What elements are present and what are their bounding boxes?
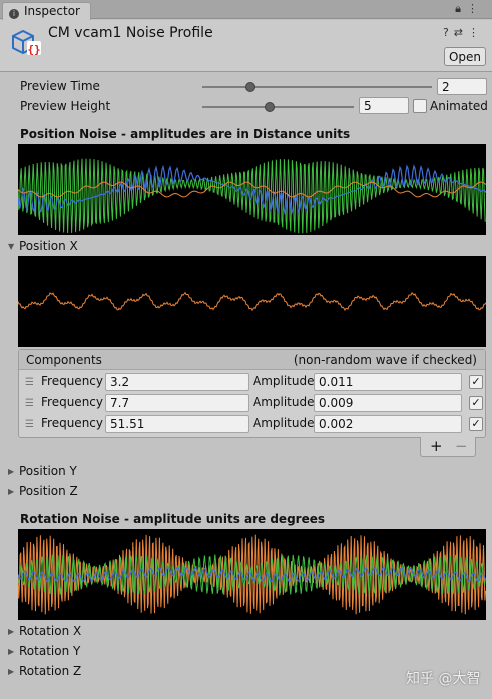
collapsed-arrow-icon: ▶ [8, 647, 15, 656]
drag-handle-icon[interactable]: ☰ [25, 377, 34, 388]
open-button[interactable]: Open [444, 47, 486, 66]
amplitude-field[interactable] [314, 373, 462, 391]
collapsed-arrow-icon: ▶ [8, 487, 15, 496]
tab-label: Inspector [24, 4, 80, 18]
more-icon[interactable]: ⋮ [468, 26, 484, 39]
preview-time-slider-thumb[interactable] [245, 82, 256, 92]
drag-handle-icon[interactable]: ☰ [25, 398, 34, 409]
kebab-menu-icon[interactable]: ⋮ [467, 2, 484, 15]
info-icon: i [9, 9, 19, 19]
collapsed-arrow-icon: ▶ [8, 627, 15, 636]
foldout-position-x[interactable]: ▼ Position X [8, 239, 78, 253]
foldout-rotation-y[interactable]: ▶ Rotation Y [8, 644, 80, 658]
amplitude-label: Amplitude [253, 416, 315, 430]
collapsed-arrow-icon: ▶ [8, 667, 15, 676]
component-row: ☰ Frequency Amplitude ✓ [19, 393, 485, 413]
noise-profile-asset-icon: {} [12, 29, 41, 56]
components-list: Components (non-random wave if checked) … [18, 349, 486, 438]
frequency-label: Frequency [41, 395, 103, 409]
non-random-header-label: (non-random wave if checked) [293, 353, 477, 367]
preview-time-label: Preview Time [20, 79, 100, 93]
frequency-label: Frequency [41, 416, 103, 430]
preview-time-field[interactable] [437, 78, 487, 95]
tab-inspector[interactable]: i Inspector [2, 2, 91, 20]
rotation-z-label: Rotation Z [19, 664, 82, 678]
animated-label: Animated [430, 99, 488, 113]
frequency-field[interactable] [105, 373, 249, 391]
amplitude-label: Amplitude [253, 374, 315, 388]
components-header: Components (non-random wave if checked) [19, 350, 485, 370]
preview-height-slider-track[interactable] [202, 106, 354, 108]
frequency-field[interactable] [105, 394, 249, 412]
component-row: ☰ Frequency Amplitude ✓ [19, 414, 485, 434]
rotation-x-label: Rotation X [19, 624, 82, 638]
foldout-position-y[interactable]: ▶ Position Y [8, 464, 77, 478]
drag-handle-icon[interactable]: ☰ [25, 419, 34, 430]
non-random-checkbox[interactable]: ✓ [469, 417, 483, 431]
settings-icon[interactable]: ⇄ [454, 26, 468, 39]
position-x-label: Position X [19, 239, 78, 253]
components-header-label: Components [26, 353, 102, 367]
list-add-remove-footer: + − [420, 437, 476, 457]
x-noise-wave [18, 291, 486, 312]
frequency-field[interactable] [105, 415, 249, 433]
inspector-header: {} CM vcam1 Noise Profile ?⇄⋮ Open [0, 20, 492, 72]
non-random-checkbox[interactable]: ✓ [469, 375, 483, 389]
foldout-rotation-x[interactable]: ▶ Rotation X [8, 624, 81, 638]
svg-text:{}: {} [27, 43, 40, 56]
preview-height-slider-thumb[interactable] [265, 102, 276, 112]
non-random-checkbox[interactable]: ✓ [469, 396, 483, 410]
component-row: ☰ Frequency Amplitude ✓ [19, 372, 485, 392]
rotation-y-label: Rotation Y [19, 644, 81, 658]
help-icon[interactable]: ? [443, 26, 454, 39]
position-y-label: Position Y [19, 464, 77, 478]
add-component-button[interactable]: + [430, 437, 443, 455]
tab-bar: i Inspector 🔒︎⋮ [0, 0, 492, 20]
rotation-noise-graph [18, 529, 486, 620]
rotation-noise-title: Rotation Noise - amplitude units are deg… [20, 512, 325, 526]
position-noise-graph [18, 144, 486, 235]
asset-title: CM vcam1 Noise Profile [48, 25, 213, 41]
collapsed-arrow-icon: ▶ [8, 467, 15, 476]
position-noise-title: Position Noise - amplitudes are in Dista… [20, 127, 351, 141]
remove-component-button[interactable]: − [455, 437, 468, 455]
preview-height-label: Preview Height [20, 99, 111, 113]
tab-tools: 🔒︎⋮ [455, 2, 484, 16]
expanded-arrow-icon: ▼ [8, 242, 15, 251]
preview-time-slider-track[interactable] [202, 86, 432, 88]
watermark: 知乎 @大智 [406, 671, 481, 687]
lock-icon[interactable]: 🔒︎ [455, 2, 467, 15]
foldout-rotation-z[interactable]: ▶ Rotation Z [8, 664, 81, 678]
amplitude-field[interactable] [314, 415, 462, 433]
amplitude-label: Amplitude [253, 395, 315, 409]
foldout-position-z[interactable]: ▶ Position Z [8, 484, 78, 498]
position-z-label: Position Z [19, 484, 78, 498]
header-icons: ?⇄⋮ [443, 26, 484, 39]
frequency-label: Frequency [41, 374, 103, 388]
position-x-graph [18, 256, 486, 347]
preview-height-field[interactable] [359, 97, 409, 114]
amplitude-field[interactable] [314, 394, 462, 412]
animated-checkbox[interactable] [413, 99, 427, 113]
